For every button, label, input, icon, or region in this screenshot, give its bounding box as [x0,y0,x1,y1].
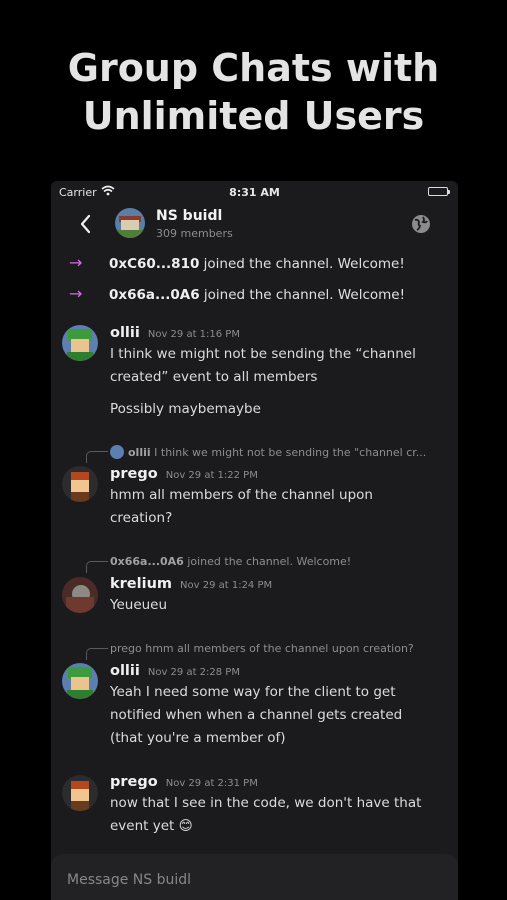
message-line: Yeueueu [110,597,168,613]
reply-text: joined the channel. Welcome! [183,555,352,568]
system-text: joined the channel. Welcome! [199,256,405,272]
reply-text: I think we might not be sending the "cha… [150,446,427,459]
message-composer[interactable]: Message NS buidl [51,854,458,900]
promo-headline: Group Chats with Unlimited Users [0,44,507,140]
message-line: hmm all members of the channel upon [110,487,373,503]
message-line: Yeah I need some way for the client to g… [110,684,396,700]
sender-name[interactable]: ollii [110,325,140,341]
message-line: I think we might not be sending the “cha… [110,346,416,362]
message-line: (that you're a member of) [110,730,286,746]
message-line: created” event to all members [110,369,318,385]
message-sender: prego Nov 29 at 2:31 PM [110,774,258,790]
avatar[interactable] [62,775,98,811]
message-sender: prego Nov 29 at 1:22 PM [110,466,258,482]
message-body[interactable]: Yeah I need some way for the client to g… [110,681,445,750]
battery-icon [428,187,450,196]
join-arrow-icon: → [69,253,83,272]
message-timestamp: Nov 29 at 1:24 PM [180,580,273,591]
message-body[interactable]: Possibly maybemaybe [110,398,445,421]
reply-text: prego hmm all members of the channel upo… [110,642,414,655]
message-sender: krelium Nov 29 at 1:24 PM [110,576,272,592]
system-message: → 0xC60...810 joined the channel. Welcome… [69,253,405,272]
status-time: 8:31 AM [229,186,280,199]
avatar[interactable] [62,466,98,502]
channel-name[interactable]: NS buidl [156,208,222,224]
message-body[interactable]: hmm all members of the channel upon crea… [110,484,445,530]
message-timestamp: Nov 29 at 2:31 PM [165,778,258,789]
message-timestamp: Nov 29 at 2:28 PM [147,667,240,678]
back-chevron-icon[interactable] [75,211,97,237]
message-timestamp: Nov 29 at 1:22 PM [165,470,258,481]
avatar[interactable] [62,325,98,361]
avatar[interactable] [62,577,98,613]
message-line: now that I see in the code, we don't hav… [110,795,422,811]
sender-name[interactable]: prego [110,466,158,482]
message-body[interactable]: now that I see in the code, we don't hav… [110,792,445,838]
globe-icon[interactable] [410,213,432,235]
message-body[interactable]: Yeueueu [110,594,445,617]
promo-line-2: Unlimited Users [82,94,425,138]
sender-name[interactable]: prego [110,774,158,790]
sender-name[interactable]: krelium [110,576,172,592]
reply-avatar [110,445,124,459]
message-sender: ollii Nov 29 at 2:28 PM [110,663,240,679]
member-address: 0xC60...810 [109,256,200,272]
message-input-placeholder[interactable]: Message NS buidl [67,872,191,888]
member-address: 0x66a...0A6 [109,287,200,303]
system-text: joined the channel. Welcome! [199,287,406,303]
system-message: → 0x66a...0A6 joined the channel. Welcome… [69,284,405,303]
phone-screen: Carrier 8:31 AM NS buidl 309 members → 0x… [51,181,458,900]
status-bar: Carrier 8:31 AM [51,181,458,203]
message-line: Possibly maybemaybe [110,401,261,417]
chat-header: NS buidl 309 members [51,205,458,245]
sender-name[interactable]: ollii [110,663,140,679]
message-line: creation? [110,510,173,526]
avatar[interactable] [62,663,98,699]
message-body[interactable]: I think we might not be sending the “cha… [110,343,445,389]
join-arrow-icon: → [69,284,83,303]
message-sender: ollii Nov 29 at 1:16 PM [110,325,240,341]
reply-sender: ollii [128,446,151,459]
member-count[interactable]: 309 members [156,227,233,240]
message-line: notified when when a channel gets create… [110,707,403,723]
message-line: event yet 😊 [110,818,193,834]
channel-avatar[interactable] [115,208,145,238]
message-timestamp: Nov 29 at 1:16 PM [147,329,240,340]
reply-sender: 0x66a...0A6 [110,555,184,568]
promo-line-1: Group Chats with [67,46,440,90]
